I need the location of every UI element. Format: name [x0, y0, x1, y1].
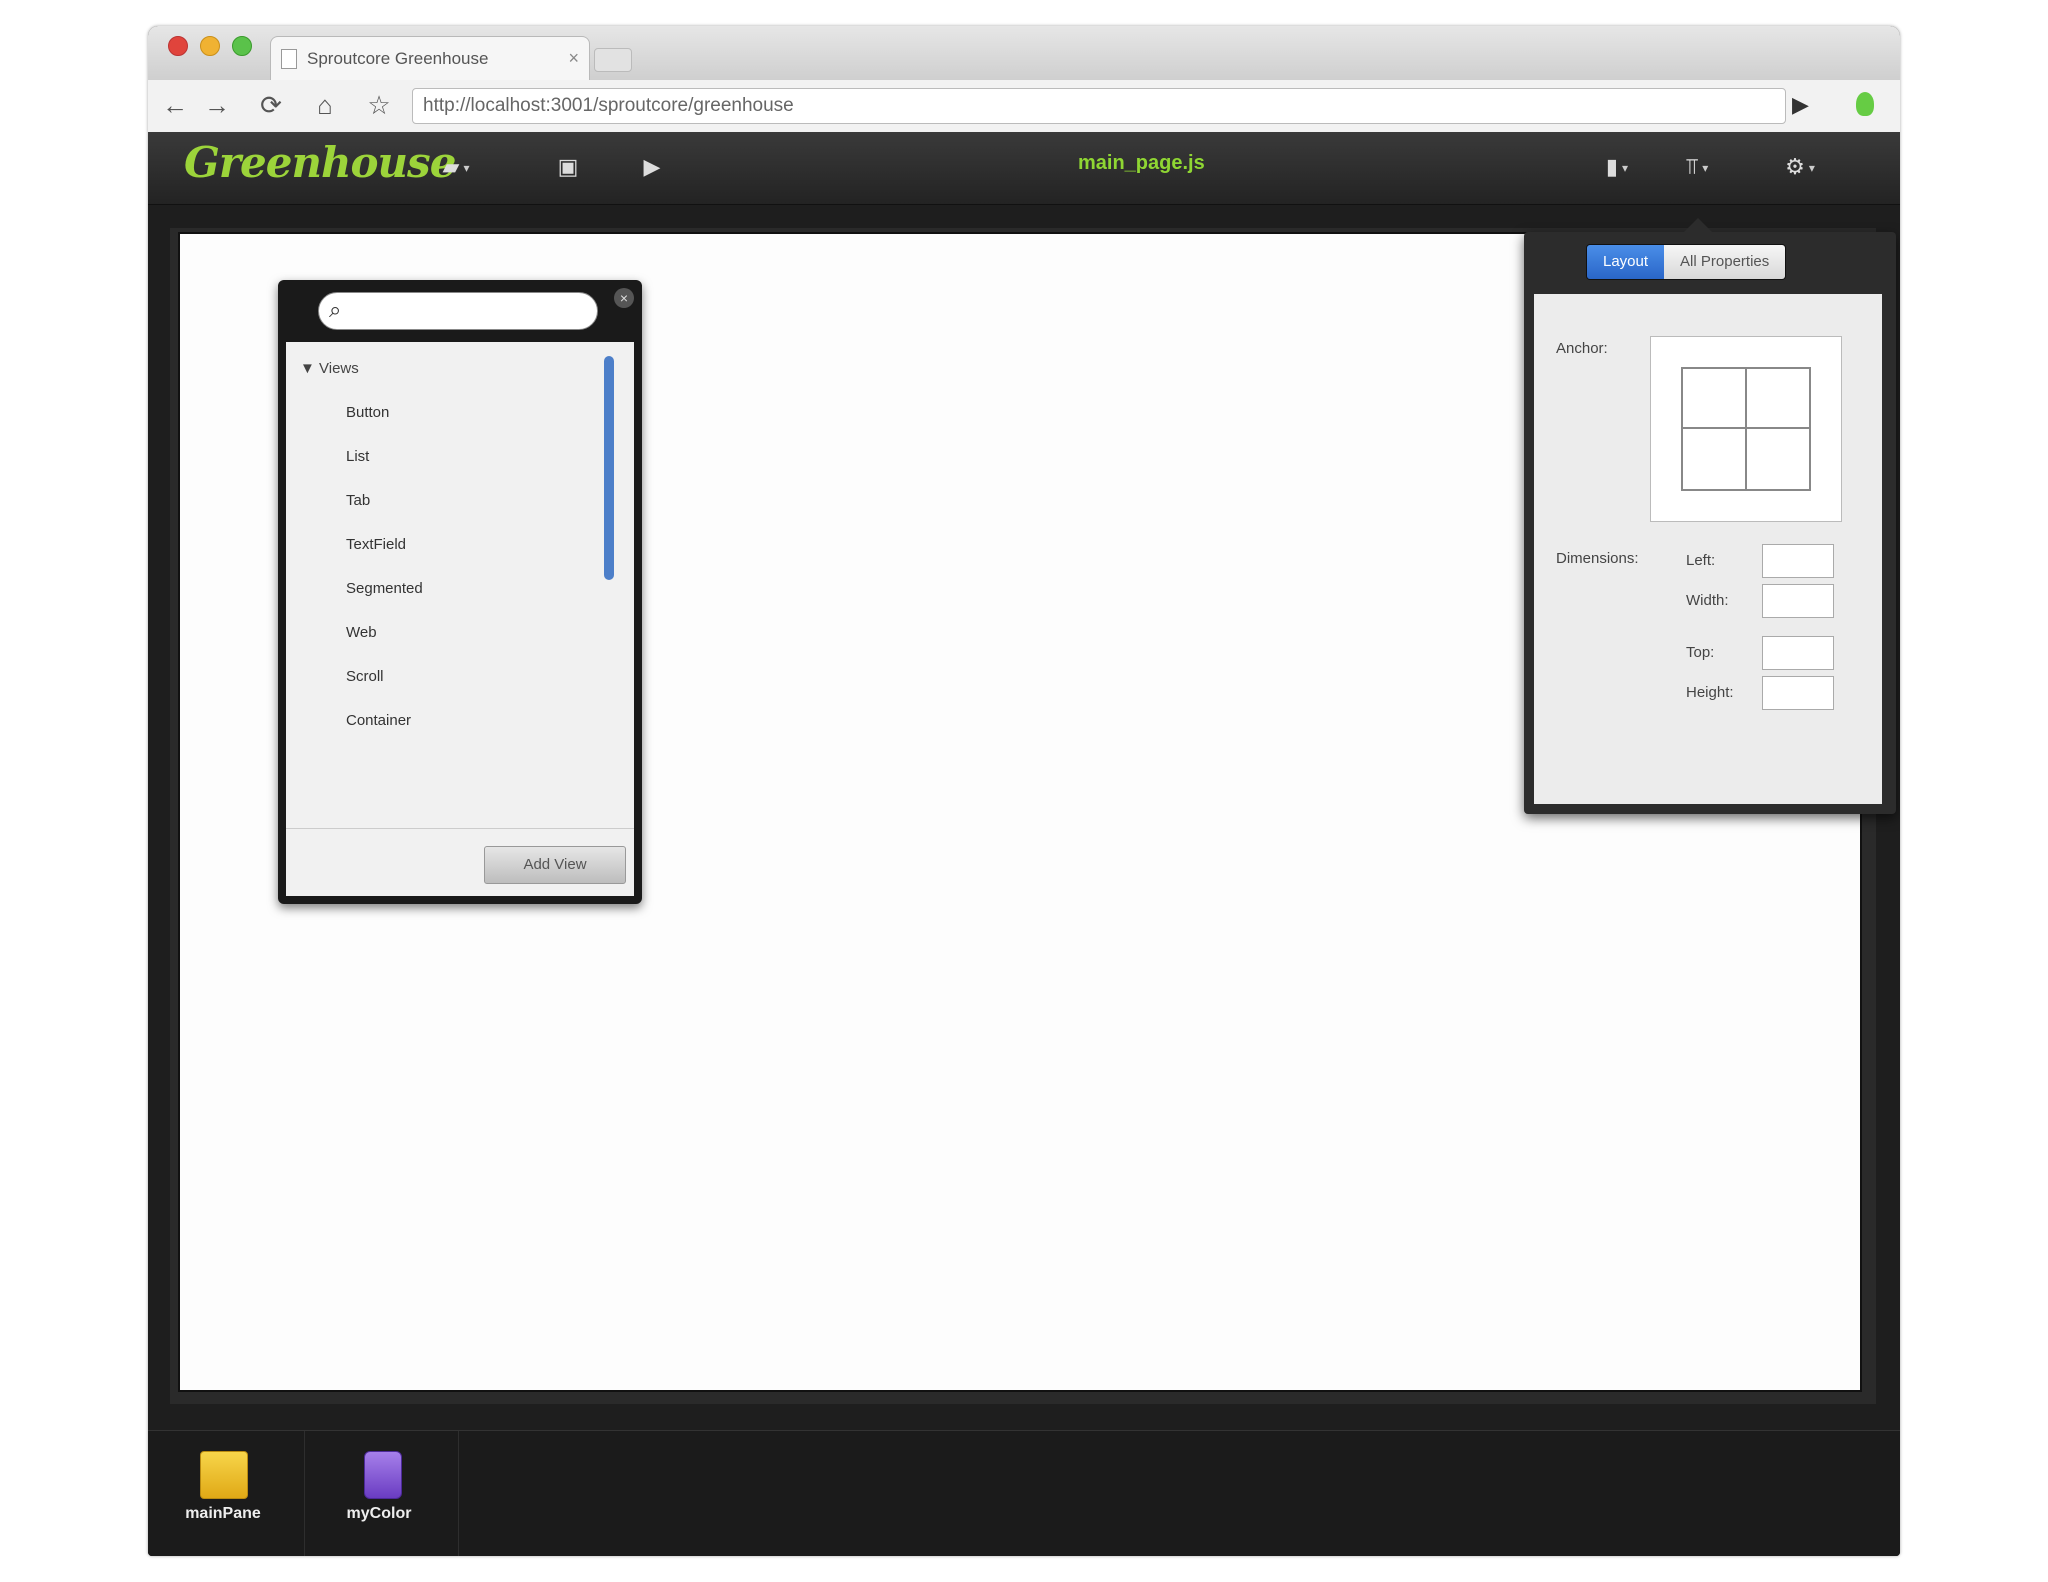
pane-icon [200, 1451, 248, 1499]
list-item[interactable]: List [346, 448, 369, 465]
greenhouse-app: Greenhouse ▰ ▾ ▣ ▶ main_page.js ▮ ▾ ⫪ ▾ ⚙ ▾ [148, 132, 1900, 1556]
tab-strip: Sproutcore Greenhouse × [148, 26, 1900, 80]
add-view-button[interactable]: Add View [484, 846, 626, 884]
left-field[interactable] [1762, 544, 1834, 578]
page-action-icon[interactable]: ▶ [1792, 92, 1809, 118]
close-window-button[interactable] [168, 36, 188, 56]
tab-layout[interactable]: Layout [1587, 245, 1665, 279]
dock-item-label: myColor [346, 1505, 412, 1522]
dock-item-mycolor[interactable]: myColor [304, 1445, 464, 1545]
folder-icon: ▰ [442, 154, 460, 179]
list-item[interactable]: Segmented [346, 580, 423, 597]
list-item[interactable]: Button [346, 404, 389, 421]
divider [458, 1431, 459, 1556]
anchor-grid-line [1683, 427, 1809, 429]
anchor-label: Anchor: [1556, 340, 1608, 357]
chevron-down-icon: ▾ [1808, 161, 1815, 176]
inspector-toggle-button[interactable]: ⫪ ▾ [1672, 150, 1722, 184]
popover-arrow [1684, 218, 1712, 232]
back-icon[interactable]: ← [158, 90, 192, 120]
inspector-panel: Layout All Properties Anchor: Dimensions… [1524, 218, 1896, 814]
chevron-down-icon: ▾ [1702, 161, 1709, 176]
list-item[interactable]: Tab [346, 492, 370, 509]
inspector-body: Anchor: Dimensions: Left: Width: Top: He… [1534, 294, 1882, 804]
color-jar-icon [364, 1451, 402, 1499]
app-toolbar: Greenhouse ▰ ▾ ▣ ▶ main_page.js ▮ ▾ ⫪ ▾ ⚙ ▾ [148, 132, 1900, 205]
browser-tab[interactable]: Sproutcore Greenhouse × [270, 36, 590, 80]
list-item[interactable]: Container [346, 712, 411, 729]
page-icon [281, 48, 297, 69]
group-label: Views [319, 360, 359, 377]
top-label: Top: [1686, 644, 1715, 661]
left-label: Left: [1686, 552, 1716, 569]
gear-icon: ⚙ [1785, 154, 1805, 179]
chevron-down-icon: ▾ [463, 161, 470, 176]
library-scrollbar[interactable] [604, 356, 614, 580]
anchor-grid [1681, 367, 1811, 491]
settings-button[interactable]: ⚙ ▾ [1772, 150, 1828, 184]
project-dock: mainPane myColor [148, 1430, 1900, 1556]
library-search-input[interactable]: ⌕ [318, 292, 598, 330]
list-item[interactable]: TextField [346, 536, 406, 553]
inspector-icon: ⫪ [1685, 154, 1699, 179]
list-item[interactable]: Web [346, 624, 377, 641]
width-field[interactable] [1762, 584, 1834, 618]
extension-icon[interactable] [1856, 92, 1874, 116]
browser-toolbar: ← → ⟳ ⌂ ☆ http://localhost:3001/sproutco… [148, 80, 1900, 133]
disclosure-triangle-icon: ▼ [300, 360, 320, 377]
chevron-down-icon: ▾ [1622, 161, 1629, 176]
new-tab-button[interactable] [594, 48, 632, 72]
tab-close-icon[interactable]: × [568, 48, 579, 69]
anchor-picker[interactable] [1650, 336, 1842, 522]
list-item[interactable]: Scroll [346, 668, 384, 685]
library-icon: ▮ [1605, 154, 1619, 179]
view-library-panel: ⌕ × ▼ Views Button List Tab TextField Se… [278, 280, 642, 904]
browser-window: Sproutcore Greenhouse × ← → ⟳ ⌂ ☆ http:/… [148, 26, 1900, 1556]
views-group-header[interactable]: ▼ Views [300, 360, 359, 377]
run-button[interactable]: ▶ [632, 150, 672, 184]
inspector-tabs: Layout All Properties [1586, 244, 1787, 280]
library-list-container: ▼ Views Button List Tab TextField Segmen… [286, 342, 634, 896]
play-icon: ▶ [643, 154, 661, 179]
height-label: Height: [1686, 684, 1734, 701]
tab-all-properties[interactable]: All Properties [1664, 245, 1786, 279]
greenhouse-logo: Greenhouse [184, 138, 456, 187]
dock-item-label: mainPane [185, 1505, 261, 1522]
dock-item-mainpane[interactable]: mainPane [148, 1445, 308, 1545]
reload-icon[interactable]: ⟳ [254, 90, 288, 120]
save-icon: ▣ [557, 154, 579, 179]
library-toggle-button[interactable]: ▮ ▾ [1592, 150, 1642, 184]
current-file-name: main_page.js [1078, 152, 1205, 174]
bookmark-star-icon[interactable]: ☆ [362, 90, 396, 120]
zoom-window-button[interactable] [232, 36, 252, 56]
anchor-grid-line [1745, 369, 1747, 489]
address-bar[interactable]: http://localhost:3001/sproutcore/greenho… [412, 88, 1786, 124]
save-button[interactable]: ▣ [548, 150, 588, 184]
search-icon: ⌕ [329, 297, 342, 322]
home-icon[interactable]: ⌂ [308, 90, 342, 120]
divider [286, 828, 634, 829]
minimize-window-button[interactable] [200, 36, 220, 56]
forward-icon[interactable]: → [200, 90, 234, 120]
folder-menu-button[interactable]: ▰ ▾ [426, 150, 486, 184]
library-list: ▼ Views Button List Tab TextField Segmen… [286, 342, 606, 822]
width-label: Width: [1686, 592, 1729, 609]
tab-title: Sproutcore Greenhouse [307, 48, 489, 68]
dimensions-label: Dimensions: [1556, 550, 1639, 567]
top-field[interactable] [1762, 636, 1834, 670]
close-icon[interactable]: × [614, 288, 634, 308]
height-field[interactable] [1762, 676, 1834, 710]
